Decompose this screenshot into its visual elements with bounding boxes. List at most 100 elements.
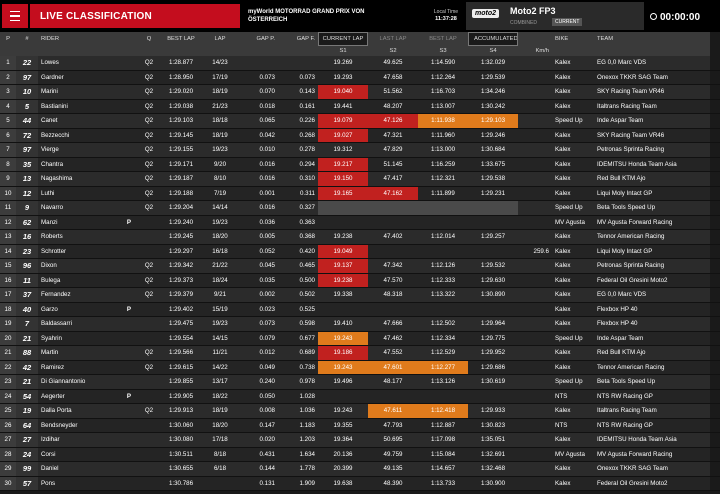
tab-last-lap[interactable]: LAST LAP [368, 32, 418, 46]
table-row[interactable]: 13 16 Roberts 1:29.245 18/20 0.005 0.368 19.238… [0, 230, 720, 245]
table-row[interactable]: 19 7 Baldassarri 1:29.475 19/23 0.073 0.598 19.… [0, 317, 720, 332]
sector-3: 1:12.529 [418, 346, 468, 360]
bike-make: Kalex [552, 85, 594, 99]
table-row[interactable]: 12 62 Manzi P 1:29.240 19/23 0.036 0.363 MV Agus… [0, 215, 720, 230]
sector-4: 1:29.933 [468, 404, 518, 418]
menu-button[interactable] [2, 4, 28, 28]
rider-label: Nagashima [41, 175, 73, 183]
sector-1: 19.269 [318, 56, 368, 70]
table-row[interactable]: 17 37 Fernandez Q2 1:29.379 9/21 0.002 0.502 19.… [0, 288, 720, 303]
table-row[interactable]: 28 24 Corsi 1:30.511 8/18 0.431 1.634 20.136 49.… [0, 447, 720, 462]
sector-3: 1:12.418 [418, 404, 468, 418]
position-cell: 23 [0, 375, 16, 389]
team-name: NTS RW Racing GP [594, 418, 710, 432]
speed [518, 114, 552, 128]
col-bike[interactable]: BIKE [552, 32, 594, 46]
table-row[interactable]: 3 10 Marini Q2 1:29.020 18/19 0.070 0.143 19.040… [0, 85, 720, 100]
rider-label: Chantra [41, 160, 64, 168]
sector-4: 1:30.684 [468, 143, 518, 157]
col-s3: S3 [418, 46, 468, 56]
table-row[interactable]: 14 23 Schrotter 1:29.297 16/18 0.052 0.420 19.0… [0, 244, 720, 259]
gap-previous: 0.052 [238, 244, 278, 258]
col-rider[interactable]: RIDER [38, 32, 134, 46]
sector-3: 1:13.126 [418, 375, 468, 389]
rider-number: 7 [16, 317, 38, 331]
gap-first: 1.028 [278, 389, 318, 403]
table-row[interactable]: 16 11 Bulega Q2 1:29.373 18/24 0.035 0.500 19.23… [0, 273, 720, 288]
sector-1: 19.364 [318, 433, 368, 447]
table-row[interactable]: 10 12 Luthi Q2 1:29.188 7/19 0.001 0.311 19.165 4… [0, 186, 720, 201]
position-cell: 26 [0, 418, 16, 432]
table-row[interactable]: 6 72 Bezzecchi Q2 1:29.145 18/19 0.042 0.268 19.… [0, 128, 720, 143]
lap-count: 18/20 [202, 418, 238, 432]
sector-2: 47.462 [368, 331, 418, 345]
tab-current-lap[interactable]: CURRENT LAP [318, 32, 368, 46]
team-name: Tennor American Racing [594, 230, 710, 244]
bike-make: Kalex [552, 128, 594, 142]
gap-first: 0.598 [278, 317, 318, 331]
speed [518, 99, 552, 113]
table-row[interactable]: 27 27 Izdihar 1:30.080 17/18 0.020 1.203 19.364… [0, 433, 720, 448]
sector-4: 1:30.619 [468, 375, 518, 389]
best-lap-time: 1:29.913 [160, 404, 202, 418]
col-team[interactable]: TEAM [594, 32, 710, 46]
combined-tab[interactable]: COMBINED [510, 20, 537, 26]
rider-name: Di Giannantonio [38, 375, 134, 389]
tab-best-lap[interactable]: BEST LAP [418, 32, 468, 46]
rider-number: 11 [16, 273, 38, 287]
table-row[interactable]: 20 21 Syahrin 1:29.554 14/15 0.079 0.677 19.243… [0, 331, 720, 346]
table-row[interactable]: 18 40 Garzo P 1:29.402 15/19 0.023 0.525 Kalex Fl… [0, 302, 720, 317]
table-row[interactable]: 2 97 Gardner Q2 1:28.950 17/19 0.073 0.073 19.29… [0, 70, 720, 85]
rider-number: 44 [16, 114, 38, 128]
table-row[interactable]: 11 9 Navarro Q2 1:29.204 14/14 0.016 0.327 Speed… [0, 201, 720, 216]
speed [518, 273, 552, 287]
sector-3: 1:12.321 [418, 172, 468, 186]
table-row[interactable]: 1 22 Lowes Q2 1:28.877 14/23 19.269 49.625 1:14.… [0, 56, 720, 71]
table-row[interactable]: 22 42 Ramirez Q2 1:29.615 14/22 0.049 0.738 19.2… [0, 360, 720, 375]
col-lap[interactable]: LAP [202, 32, 238, 46]
best-lap-time: 1:29.020 [160, 85, 202, 99]
table-row[interactable]: 15 96 Dixon Q2 1:29.342 21/22 0.045 0.465 19.137… [0, 259, 720, 274]
team-name: IDEMITSU Honda Team Asia [594, 433, 710, 447]
rider-number: 57 [16, 476, 38, 490]
accumulated-dropdown[interactable]: ACCUMULATED [468, 32, 518, 46]
col-q[interactable]: Q [138, 32, 160, 46]
sector-4: 1:29.775 [468, 331, 518, 345]
sector-2: 48.177 [368, 375, 418, 389]
gap-first: 0.689 [278, 346, 318, 360]
table-row[interactable]: 29 99 Daniel 1:30.655 6/18 0.144 1.778 20.399 49… [0, 462, 720, 477]
gap-previous: 0.049 [238, 360, 278, 374]
col-num[interactable]: # [16, 32, 38, 46]
sector-1: 19.243 [318, 404, 368, 418]
table-row[interactable]: 23 21 Di Giannantonio 1:29.855 13/17 0.240 0.9… [0, 375, 720, 390]
table-row[interactable]: 7 97 Vierge Q2 1:29.155 19/23 0.010 0.278 19.312… [0, 143, 720, 158]
table-row[interactable]: 21 88 Martin Q2 1:29.566 11/21 0.012 0.689 19.18… [0, 346, 720, 361]
table-row[interactable]: 4 5 Bastianini Q2 1:29.038 21/23 0.018 0.161 19.… [0, 99, 720, 114]
table-row[interactable]: 25 19 Dalla Porta Q2 1:29.913 18/19 0.008 1.036… [0, 404, 720, 419]
col-gap-p[interactable]: GAP P. [238, 32, 278, 46]
rider-number: 37 [16, 288, 38, 302]
table-row[interactable]: 24 54 Aegerter P 1:29.905 18/22 0.050 1.028 NTS N… [0, 389, 720, 404]
rider-name: Garzo P [38, 302, 134, 316]
current-tab[interactable]: CURRENT [552, 18, 583, 26]
position-cell: 20 [0, 331, 16, 345]
table-row[interactable]: 9 13 Nagashima Q2 1:29.187 8/10 0.016 0.310 19.1… [0, 172, 720, 187]
sector-1: 19.243 [318, 360, 368, 374]
table-row[interactable]: 26 64 Bendsneyder 1:30.060 18/20 0.147 1.183 19… [0, 418, 720, 433]
gap-first: 0.268 [278, 128, 318, 142]
rider-number: 40 [16, 302, 38, 316]
table-row[interactable]: 8 35 Chantra Q2 1:29.171 9/20 0.016 0.294 19.217… [0, 157, 720, 172]
table-row[interactable]: 5 44 Canet Q2 1:29.103 18/18 0.065 0.226 19.079 4… [0, 114, 720, 129]
team-name: Inde Aspar Team [594, 114, 710, 128]
position-cell: 6 [0, 128, 16, 142]
bike-make: Kalex [552, 56, 594, 70]
sector-2: 47.829 [368, 143, 418, 157]
rider-label: Schrotter [41, 247, 67, 255]
table-row[interactable]: 30 57 Pons 1:30.786 0.131 1.909 19.638 48.390 1:… [0, 476, 720, 491]
team-name: Italtrans Racing Team [594, 99, 710, 113]
rider-label: Daniel [41, 465, 59, 473]
lap-count: 8/18 [202, 447, 238, 461]
col-gap-f[interactable]: GAP F. [278, 32, 318, 46]
col-pos[interactable]: P [0, 32, 16, 46]
col-best-lap[interactable]: BEST LAP [160, 32, 202, 46]
